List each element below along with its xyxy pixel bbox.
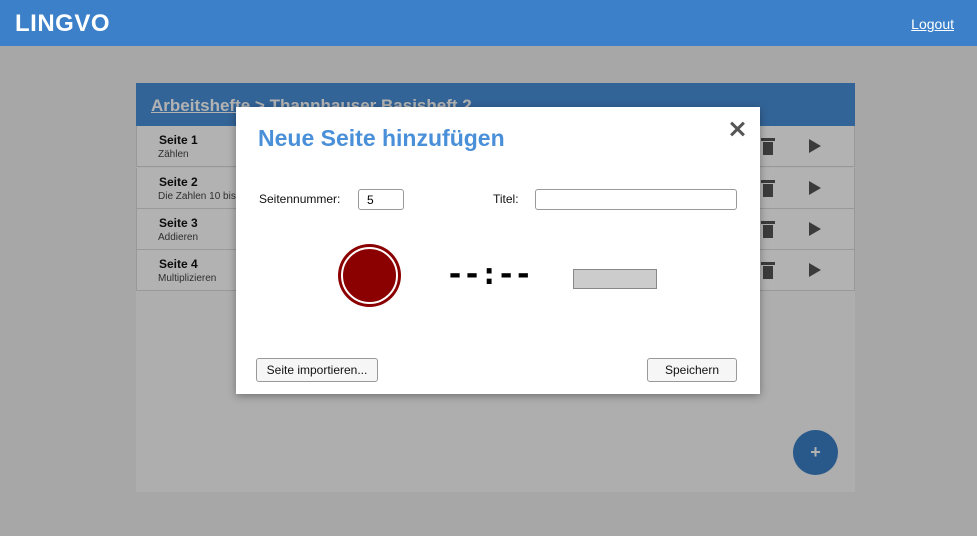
title-input[interactable] <box>535 189 737 210</box>
save-button[interactable]: Speichern <box>647 358 737 382</box>
recording-timer: --:-- <box>446 257 532 292</box>
app-title: LINGVO <box>15 10 111 37</box>
title-label: Titel: <box>493 192 519 206</box>
new-page-dialog: Neue Seite hinzufügen Seitennummer: Tite… <box>236 107 760 394</box>
playback-progress-bar <box>573 269 657 289</box>
close-icon[interactable] <box>727 119 747 139</box>
record-icon <box>341 247 398 304</box>
dialog-title: Neue Seite hinzufügen <box>258 125 505 151</box>
record-button[interactable] <box>338 244 401 307</box>
page-number-input[interactable] <box>358 189 404 210</box>
page-number-label: Seitennummer: <box>259 192 341 206</box>
import-page-button[interactable]: Seite importieren... <box>256 358 378 382</box>
logout-link[interactable]: Logout <box>911 16 954 32</box>
top-bar: LINGVO Logout <box>0 0 977 46</box>
